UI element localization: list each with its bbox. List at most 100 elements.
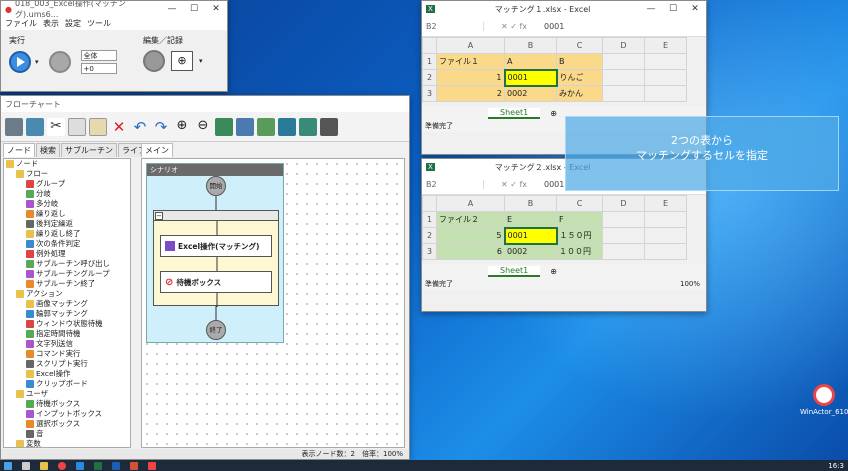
tree-item[interactable]: コマンド実行 xyxy=(4,349,130,359)
excel2-formula-value[interactable]: 0001 xyxy=(544,180,564,189)
start-icon[interactable] xyxy=(4,461,12,470)
import-icon[interactable] xyxy=(299,117,317,136)
redo-icon[interactable]: ↷ xyxy=(152,118,170,136)
image-capture-icon[interactable] xyxy=(215,117,233,136)
excel1-minimize[interactable]: — xyxy=(640,4,662,14)
excel2-fx-icon[interactable]: ✕ ✓ fx xyxy=(484,180,544,189)
cell[interactable] xyxy=(644,53,687,70)
cut-icon[interactable]: ✂ xyxy=(47,117,65,136)
tree-item[interactable]: 多分岐 xyxy=(4,199,130,209)
row-header[interactable]: 1 xyxy=(422,53,437,70)
row-header[interactable]: 2 xyxy=(422,227,437,244)
tree-item[interactable]: サブルーチン終了 xyxy=(4,279,130,289)
cell[interactable]: A xyxy=(504,53,557,70)
new-icon[interactable] xyxy=(5,117,23,136)
tree-item[interactable]: 繰り返し終了 xyxy=(4,229,130,239)
row-header[interactable]: 3 xyxy=(422,85,437,102)
tree-item[interactable]: 画像マッチング xyxy=(4,299,130,309)
cell[interactable]: 0002 xyxy=(504,85,557,102)
tree-item[interactable]: 指定時間待機 xyxy=(4,329,130,339)
cell[interactable]: 5 xyxy=(436,227,505,244)
powerpoint-icon[interactable] xyxy=(130,461,138,470)
cell[interactable]: りんご xyxy=(556,69,603,86)
tree-item[interactable]: アクション xyxy=(4,289,130,299)
target-select-button[interactable]: ⊕ xyxy=(171,51,193,71)
tree-item[interactable]: スクリプト実行 xyxy=(4,359,130,369)
excel2-add-sheet-icon[interactable]: ⊕ xyxy=(550,267,557,276)
tree-item[interactable]: 選択ボックス xyxy=(4,419,130,429)
cell[interactable]: ファイル１ xyxy=(436,53,505,70)
cell[interactable] xyxy=(602,85,645,102)
tree-item[interactable]: Excel操作 xyxy=(4,369,130,379)
winactor-shortcut[interactable]: WinActor_610 xyxy=(800,384,848,416)
taskview-icon[interactable] xyxy=(22,461,30,470)
cell[interactable]: １００円 xyxy=(556,243,603,260)
excel1-sheet-tab[interactable]: Sheet1 xyxy=(488,107,541,119)
zoom-out-icon[interactable]: ⊖ xyxy=(194,118,212,136)
column-header[interactable]: E xyxy=(644,195,687,212)
column-header[interactable]: B xyxy=(504,37,557,54)
tree-item[interactable]: 次の条件判定 xyxy=(4,239,130,249)
tree-item[interactable]: フロー xyxy=(4,169,130,179)
paste-icon[interactable] xyxy=(89,117,107,136)
delete-icon[interactable]: ✕ xyxy=(110,118,128,136)
row-header[interactable]: 3 xyxy=(422,243,437,260)
excel-matching-node[interactable]: Excel操作(マッチング) xyxy=(160,235,272,257)
menu-file[interactable]: ファイル xyxy=(5,18,37,29)
cell[interactable] xyxy=(644,227,687,244)
excel1-fx-icon[interactable]: ✕ ✓ fx xyxy=(484,22,544,31)
cell[interactable] xyxy=(602,53,645,70)
tab-node[interactable]: ノード xyxy=(3,143,35,157)
tree-item[interactable]: 輪郭マッチング xyxy=(4,309,130,319)
row-header[interactable]: 1 xyxy=(422,211,437,228)
play-button[interactable] xyxy=(9,51,31,73)
excel1-namebox[interactable]: B2 xyxy=(426,22,484,31)
end-node[interactable]: 終了 xyxy=(206,320,226,340)
excel2-grid[interactable]: A B C D E 1 ファイル２ E F 2 5 0001 １５０円 3 6 0002 １００円 xyxy=(422,195,687,260)
log-icon[interactable] xyxy=(320,117,338,136)
clock[interactable]: 16:3 xyxy=(828,462,844,470)
cell[interactable] xyxy=(602,69,645,86)
excel-task-icon[interactable] xyxy=(94,461,102,470)
image-edit-icon[interactable] xyxy=(236,117,254,136)
excel1-maximize[interactable]: ☐ xyxy=(662,4,684,14)
copy-icon[interactable] xyxy=(68,117,86,136)
winactor-task-icon[interactable] xyxy=(148,461,156,470)
menu-settings[interactable]: 設定 xyxy=(65,18,81,29)
variable-list-icon[interactable] xyxy=(257,117,275,136)
cell[interactable]: 6 xyxy=(436,243,505,260)
excel1-formula-value[interactable]: 0001 xyxy=(544,22,564,31)
cell[interactable] xyxy=(602,243,645,260)
corner-cell[interactable] xyxy=(422,195,437,212)
tree-item[interactable]: 分岐 xyxy=(4,189,130,199)
excel2-sheet-tab[interactable]: Sheet1 xyxy=(488,265,541,277)
excel1-add-sheet-icon[interactable]: ⊕ xyxy=(550,109,557,118)
excel1-close[interactable]: ✕ xyxy=(684,4,706,14)
speed-select[interactable]: +0 xyxy=(80,63,117,74)
menu-view[interactable]: 表示 xyxy=(43,18,59,29)
tree-item[interactable]: 音 xyxy=(4,429,130,439)
excel2-namebox[interactable]: B2 xyxy=(426,180,484,189)
export-icon[interactable] xyxy=(278,117,296,136)
flowchart-canvas[interactable]: シナリオ 開始 − Excel操作(マッチング) ⊘ 待機ボックス 終了 xyxy=(141,158,405,448)
tree-item[interactable]: グループ xyxy=(4,179,130,189)
cell[interactable]: １５０円 xyxy=(556,227,603,244)
tree-item[interactable]: サブルーチングループ xyxy=(4,269,130,279)
edge-icon[interactable] xyxy=(76,461,84,470)
cell[interactable]: B xyxy=(556,53,603,70)
cell[interactable]: F xyxy=(556,211,603,228)
excel1-grid[interactable]: A B C D E 1 ファイル１ A B 2 1 0001 りんご 3 2 0002 みかん xyxy=(422,37,687,102)
tree-item[interactable]: 後判定繰返 xyxy=(4,219,130,229)
cell[interactable]: ファイル２ xyxy=(436,211,505,228)
chrome-icon[interactable] xyxy=(58,461,66,470)
wait-box-node[interactable]: ⊘ 待機ボックス xyxy=(160,271,272,293)
column-header[interactable]: B xyxy=(504,195,557,212)
tree-item[interactable]: ウィンドウ状態待機 xyxy=(4,319,130,329)
tab-search[interactable]: 検索 xyxy=(36,143,60,157)
record-button[interactable] xyxy=(143,50,165,72)
tree-item[interactable]: サブルーチン呼び出し xyxy=(4,259,130,269)
minimize-button[interactable]: — xyxy=(161,4,183,14)
cell[interactable]: E xyxy=(504,211,557,228)
row-header[interactable]: 2 xyxy=(422,69,437,86)
menu-tools[interactable]: ツール xyxy=(87,18,111,29)
